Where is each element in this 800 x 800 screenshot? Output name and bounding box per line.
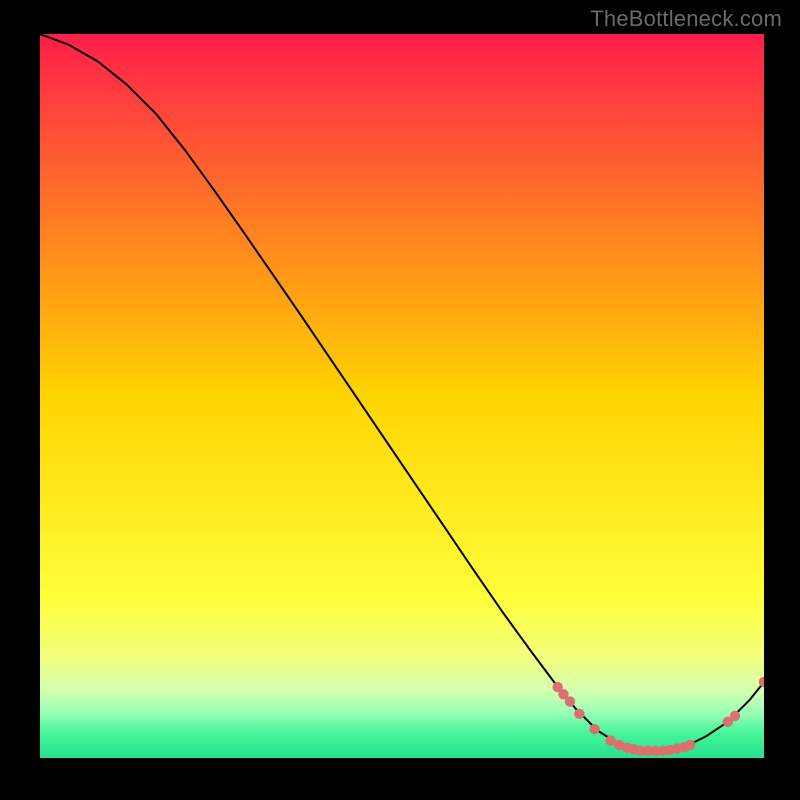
data-marker — [574, 709, 584, 719]
data-marker — [565, 696, 575, 706]
gradient-background — [40, 34, 764, 758]
data-marker — [730, 711, 740, 721]
data-marker — [589, 724, 599, 734]
chart-container: TheBottleneck.com — [0, 0, 800, 800]
plot-area — [40, 34, 764, 758]
data-marker — [685, 740, 695, 750]
watermark-text: TheBottleneck.com — [590, 6, 782, 32]
chart-svg — [40, 34, 764, 758]
